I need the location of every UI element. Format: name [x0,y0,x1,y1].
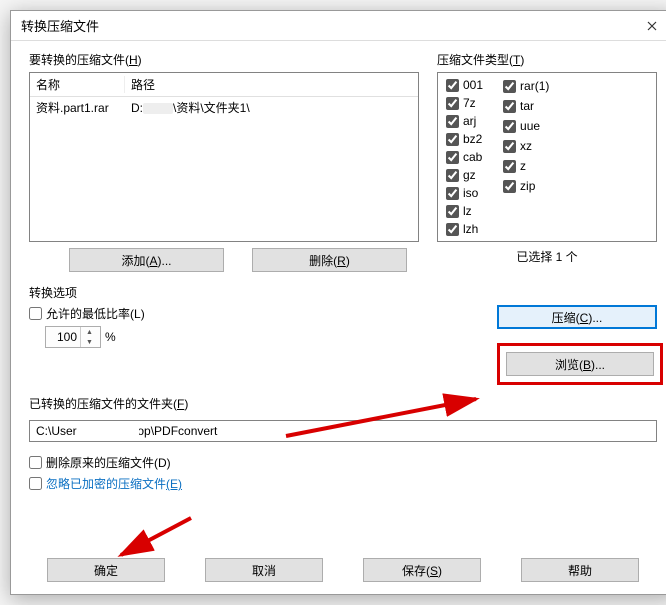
file-list-header: 名称 路径 [30,73,418,97]
type-zip[interactable]: zip [503,177,549,195]
type-checkbox[interactable] [503,120,516,133]
file-name-cell: 资料.part1.rar [30,99,125,116]
type-label: rar(1) [520,79,549,93]
delete-button[interactable]: 删除(R) [252,248,407,272]
types-column-1: 001 7z arj bz2 cab gz iso lz lzh [446,77,483,237]
type-tar[interactable]: tar [503,97,549,115]
type-checkbox[interactable] [503,100,516,113]
delete-original-label[interactable]: 删除原来的压缩文件(D) [46,454,171,471]
type-checkbox[interactable] [503,180,516,193]
redacted-segment [143,103,173,114]
type-lz[interactable]: lz [446,203,483,219]
spin-up-icon[interactable]: ▲ [81,327,98,337]
type-label: uue [520,119,540,133]
archive-types-box: 001 7z arj bz2 cab gz iso lz lzh rar(1) tar uue xz z… [437,72,657,242]
types-label: 压缩文件类型(T) [437,51,657,68]
skip-encrypted-checkbox[interactable] [29,477,42,490]
spin-down-icon[interactable]: ▼ [81,337,98,347]
type-label: 001 [463,78,483,92]
min-ratio-spinner[interactable]: ▲ ▼ [45,326,101,348]
dialog-footer: 确定 取消 保存(S) 帮助 [29,554,657,582]
dialog-window: 转换压缩文件 要转换的压缩文件(H) 名称 路径 资料.part1.rar [10,10,666,595]
dest-folder-label: 已转换的压缩文件的文件夹(F) [29,395,657,412]
file-list[interactable]: 名称 路径 资料.part1.rar D:\资料\文件夹1\ [29,72,419,242]
type-label: bz2 [463,132,482,146]
type-label: arj [463,114,476,128]
file-list-row[interactable]: 资料.part1.rar D:\资料\文件夹1\ [30,97,418,118]
cancel-button[interactable]: 取消 [205,558,323,582]
delete-original-row: 删除原来的压缩文件(D) [29,454,657,471]
type-label: zip [520,179,535,193]
type-label: cab [463,150,482,164]
files-label: 要转换的压缩文件(H) [29,51,419,68]
type-label: 7z [463,96,476,110]
type-checkbox[interactable] [446,97,459,110]
compression-settings-button[interactable]: 压缩(C)... [497,305,657,329]
min-ratio-label[interactable]: 允许的最低比率(L) [46,305,145,322]
min-ratio-input[interactable] [46,329,80,345]
type-checkbox[interactable] [503,140,516,153]
min-ratio-checkbox[interactable] [29,307,42,320]
type-z[interactable]: z [503,157,549,175]
save-button[interactable]: 保存(S) [363,558,481,582]
type-gz[interactable]: gz [446,167,483,183]
skip-encrypted-row: 忽略已加密的压缩文件(E) [29,475,657,492]
type-checkbox[interactable] [446,133,459,146]
type-checkbox[interactable] [446,151,459,164]
ok-button[interactable]: 确定 [47,558,165,582]
type-checkbox[interactable] [446,79,459,92]
col-path-header[interactable]: 路径 [125,76,418,93]
selected-count: 已选择 1 个 [437,248,657,265]
add-button[interactable]: 添加(A)... [69,248,224,272]
type-label: xz [520,139,532,153]
file-path-cell: D:\资料\文件夹1\ [125,99,418,116]
dialog-content: 要转换的压缩文件(H) 名称 路径 资料.part1.rar D:\资料\文件夹… [11,41,666,594]
type-label: iso [463,186,478,200]
type-001[interactable]: 001 [446,77,483,93]
type-label: lz [463,204,472,218]
type-rar1[interactable]: rar(1) [503,77,549,95]
type-label: z [520,159,526,173]
type-iso[interactable]: iso [446,185,483,201]
close-button[interactable] [629,11,666,41]
min-ratio-checkbox-row: 允许的最低比率(L) [29,305,497,322]
type-checkbox[interactable] [446,223,459,236]
delete-original-checkbox[interactable] [29,456,42,469]
window-title: 转换压缩文件 [21,16,629,35]
type-checkbox[interactable] [446,205,459,218]
type-checkbox[interactable] [503,80,516,93]
type-label: gz [463,168,476,182]
type-arj[interactable]: arj [446,113,483,129]
type-uue[interactable]: uue [503,117,549,135]
browse-highlight-box: 浏览(B)... [497,343,663,385]
titlebar: 转换压缩文件 [11,11,666,41]
type-lzh[interactable]: lzh [446,221,483,237]
dest-folder-input[interactable] [29,420,657,442]
browse-button[interactable]: 浏览(B)... [506,352,654,376]
type-label: tar [520,99,534,113]
types-column-2: rar(1) tar uue xz z zip [503,77,549,237]
close-icon [647,21,657,31]
type-bz2[interactable]: bz2 [446,131,483,147]
type-cab[interactable]: cab [446,149,483,165]
col-name-header[interactable]: 名称 [30,76,125,93]
type-7z[interactable]: 7z [446,95,483,111]
type-checkbox[interactable] [446,169,459,182]
type-checkbox[interactable] [446,187,459,200]
options-heading: 转换选项 [29,284,657,301]
percent-label: % [105,330,116,344]
type-xz[interactable]: xz [503,137,549,155]
skip-encrypted-label[interactable]: 忽略已加密的压缩文件(E) [46,475,182,492]
type-checkbox[interactable] [446,115,459,128]
type-label: lzh [463,222,478,236]
help-button[interactable]: 帮助 [521,558,639,582]
type-checkbox[interactable] [503,160,516,173]
